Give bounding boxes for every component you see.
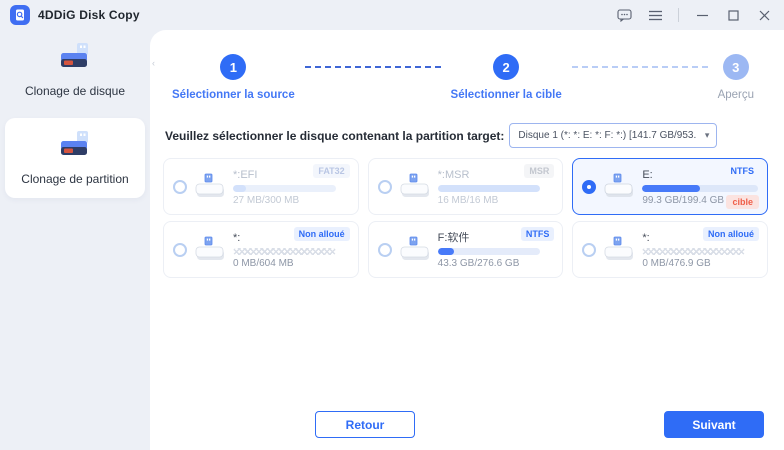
filesystem-badge: NTFS [726,164,760,178]
feedback-icon[interactable] [616,7,632,23]
minimize-icon[interactable] [694,7,710,23]
sidebar: Clonage de disque Clonage de partition [0,30,150,450]
partition-card-unallocated-2[interactable]: *: 0 MB/476.9 GB Non alloué [572,221,768,278]
sidebar-item-partition-clone[interactable]: Clonage de partition [5,118,145,198]
partition-size: 0 MB/476.9 GB [642,258,759,270]
partition-size: 27 MB/300 MB [233,195,350,207]
step-number: 3 [723,54,749,80]
step-select-source: 1 Sélectionner la source [172,54,295,101]
stepper: 1 Sélectionner la source 2 Sélectionner … [150,30,784,101]
partition-card-f[interactable]: F:软件 43.3 GB/276.6 GB NTFS [368,221,564,278]
stepper-connector [572,66,708,68]
disk-select-dropdown[interactable]: Disque 1 (*: *: E: *: F: *:) [141.7 GB/9… [509,123,717,148]
sidebar-item-label: Clonage de partition [21,172,128,186]
step-preview: 3 Aperçu [718,54,754,101]
radio-button[interactable] [582,243,596,257]
step-number: 1 [220,54,246,80]
app-title: 4DDiG Disk Copy [38,8,140,22]
radio-button-checked[interactable] [582,180,596,194]
step-number: 2 [493,54,519,80]
step-label: Sélectionner la source [172,89,295,101]
partition-card-efi[interactable]: *:EFI 27 MB/300 MB FAT32 [163,158,359,215]
partition-card-unallocated-1[interactable]: *: 0 MB/604 MB Non alloué [163,221,359,278]
sidebar-item-disk-clone[interactable]: Clonage de disque [0,30,150,110]
chevron-down-icon: ▾ [705,130,710,141]
filesystem-badge: FAT32 [313,164,349,178]
footer: Retour Suivant [315,411,764,438]
usb-drive-icon [192,172,228,202]
usage-bar-unallocated [642,248,745,255]
filesystem-badge: Non alloué [703,227,759,241]
usage-bar [233,185,336,192]
usage-bar-unallocated [233,248,336,255]
usage-bar [438,185,541,192]
partition-card-e-selected[interactable]: E: 99.3 GB/199.4 GB NTFS cible [572,158,768,215]
close-icon[interactable] [756,7,772,23]
partition-size: 43.3 GB/276.6 GB [438,258,555,270]
stepper-connector [305,66,441,68]
sidebar-collapse-icon[interactable]: ‹ [152,58,155,68]
target-disk-label: Veuillez sélectionner le disque contenan… [165,129,504,143]
partition-size: 16 MB/16 MB [438,195,555,207]
disk-select-value: Disque 1 (*: *: E: *: F: *:) [141.7 GB/9… [518,130,696,141]
target-disk-row: Veuillez sélectionner le disque contenan… [150,101,784,148]
maximize-icon[interactable] [725,7,741,23]
usb-drive-icon [397,172,433,202]
usb-drive-icon [601,235,637,265]
radio-button[interactable] [173,180,187,194]
usb-drive-icon [601,172,637,202]
usage-bar [642,185,758,192]
sidebar-item-label: Clonage de disque [25,84,125,98]
partition-size: 0 MB/604 MB [233,258,350,270]
usage-bar [438,248,541,255]
filesystem-badge: NTFS [521,227,555,241]
radio-button[interactable] [173,243,187,257]
radio-button[interactable] [378,243,392,257]
next-button[interactable]: Suivant [664,411,764,438]
menu-icon[interactable] [647,7,663,23]
usb-drive-icon [397,235,433,265]
main-panel: ‹ 1 Sélectionner la source 2 Sélectionne… [150,30,784,450]
usb-drive-icon [192,235,228,265]
filesystem-badge: MSR [524,164,554,178]
titlebar-divider [678,8,679,22]
titlebar: 4DDiG Disk Copy [0,0,784,30]
disk-clone-icon [55,42,95,77]
target-badge: cible [726,195,759,209]
step-label: Aperçu [718,89,754,101]
step-label: Sélectionner la cible [451,89,562,101]
partition-card-msr[interactable]: *:MSR 16 MB/16 MB MSR [368,158,564,215]
step-select-target: 2 Sélectionner la cible [451,54,562,101]
partition-grid: *:EFI 27 MB/300 MB FAT32 *:MSR 16 MB/16 … [150,148,784,278]
partition-clone-icon [55,130,95,165]
back-button[interactable]: Retour [315,411,415,438]
filesystem-badge: Non alloué [294,227,350,241]
radio-button[interactable] [378,180,392,194]
app-logo-icon [10,5,30,25]
